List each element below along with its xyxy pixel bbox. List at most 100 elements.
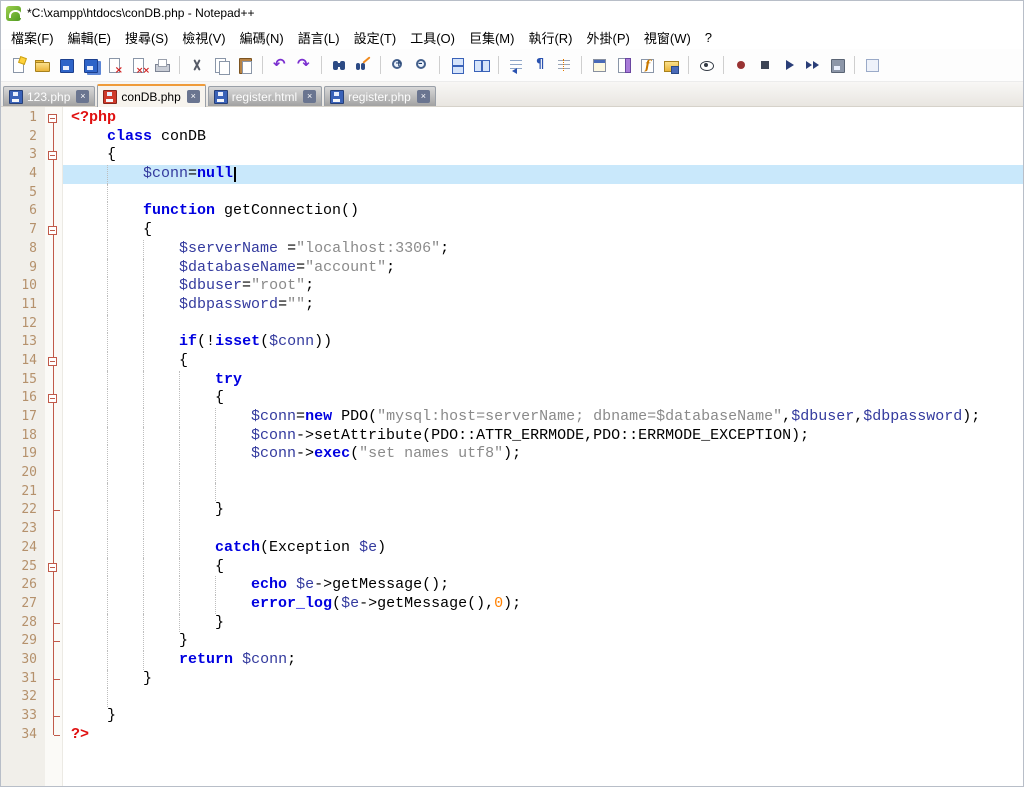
code-line[interactable]: } — [63, 669, 1023, 689]
redo-button[interactable] — [293, 54, 315, 76]
line-number[interactable]: 6 — [1, 202, 37, 221]
line-number[interactable]: 16 — [1, 389, 37, 408]
line-number[interactable]: 5 — [1, 184, 37, 203]
line-number[interactable]: 1 — [1, 109, 37, 128]
code-line[interactable]: error_log($e->getMessage(),0); — [63, 594, 1023, 614]
code-line[interactable]: $conn->exec("set names utf8"); — [63, 445, 1023, 465]
code-line[interactable] — [63, 520, 1023, 539]
code-line[interactable]: { — [63, 389, 1023, 408]
playback-macro-button[interactable] — [778, 54, 800, 76]
line-number[interactable]: 18 — [1, 427, 37, 446]
copy-button[interactable] — [210, 54, 232, 76]
fold-collapse-box-icon[interactable] — [48, 562, 57, 572]
line-number[interactable]: 22 — [1, 501, 37, 520]
line-number[interactable]: 21 — [1, 483, 37, 502]
fold-toggle-icon[interactable] — [45, 351, 62, 371]
menu-item-search[interactable]: 搜尋(S) — [118, 26, 175, 49]
line-number[interactable]: 23 — [1, 520, 37, 539]
line-number[interactable]: 4 — [1, 165, 37, 184]
code-line[interactable]: <?php — [63, 109, 1023, 128]
fold-toggle-icon[interactable] — [45, 389, 62, 408]
menu-item-macro[interactable]: 巨集(M) — [462, 26, 522, 49]
menu-item-help[interactable]: ? — [698, 28, 719, 47]
fold-toggle-icon[interactable] — [45, 146, 62, 165]
close-button[interactable] — [103, 54, 125, 76]
line-number[interactable]: 33 — [1, 707, 37, 726]
fold-toggle-icon[interactable] — [45, 109, 62, 128]
line-number[interactable]: 14 — [1, 352, 37, 371]
fold-collapse-box-icon[interactable] — [48, 151, 57, 161]
fold-collapse-box-icon[interactable] — [48, 226, 57, 236]
menu-item-file[interactable]: 檔案(F) — [4, 26, 61, 49]
fold-toggle-icon[interactable] — [45, 557, 62, 577]
fold-collapse-box-icon[interactable] — [48, 114, 57, 123]
monitoring-button[interactable] — [695, 54, 717, 76]
function-list-button[interactable] — [636, 54, 658, 76]
tab-register.html[interactable]: register.html × — [207, 86, 323, 106]
code-area[interactable]: <?php class conDB { $conn=null function … — [63, 107, 1023, 786]
open-file-button[interactable] — [31, 54, 53, 76]
line-number[interactable]: 15 — [1, 371, 37, 390]
doc-switcher-button[interactable] — [861, 54, 883, 76]
line-number[interactable]: 32 — [1, 688, 37, 707]
menu-item-tools[interactable]: 工具(O) — [403, 26, 462, 49]
fold-collapse-box-icon[interactable] — [48, 356, 57, 366]
menu-item-language[interactable]: 語言(L) — [291, 26, 347, 49]
zoom-in-button[interactable] — [387, 54, 409, 76]
line-number[interactable]: 3 — [1, 146, 37, 165]
save-all-button[interactable] — [79, 54, 101, 76]
show-all-characters-button[interactable] — [529, 54, 551, 76]
code-line[interactable]: echo $e->getMessage(); — [63, 576, 1023, 595]
code-line[interactable]: $serverName ="localhost:3306"; — [63, 239, 1023, 259]
code-line[interactable]: function getConnection() — [63, 202, 1023, 222]
line-number[interactable]: 27 — [1, 595, 37, 614]
menu-item-plugins[interactable]: 外掛(P) — [580, 26, 637, 49]
tab-close-icon[interactable]: × — [76, 90, 90, 103]
line-number[interactable]: 2 — [1, 128, 37, 147]
code-line[interactable] — [63, 314, 1023, 334]
line-number[interactable]: 29 — [1, 632, 37, 651]
code-line[interactable] — [63, 183, 1023, 203]
code-line[interactable]: return $conn; — [63, 650, 1023, 670]
line-number[interactable]: 11 — [1, 296, 37, 315]
menu-item-run[interactable]: 執行(R) — [521, 26, 579, 49]
line-number[interactable]: 13 — [1, 333, 37, 352]
word-wrap-button[interactable] — [505, 54, 527, 76]
code-line[interactable]: $conn=null — [63, 165, 1023, 184]
code-line[interactable]: $conn=new PDO("mysql:host=serverName; db… — [63, 408, 1023, 427]
tab-close-icon[interactable]: × — [416, 90, 430, 103]
save-button[interactable] — [55, 54, 77, 76]
fold-collapse-box-icon[interactable] — [48, 394, 57, 404]
line-number[interactable]: 9 — [1, 259, 37, 278]
line-number[interactable]: 7 — [1, 221, 37, 240]
record-macro-button[interactable] — [730, 54, 752, 76]
folder-as-workspace-button[interactable] — [660, 54, 682, 76]
save-macro-button[interactable] — [826, 54, 848, 76]
code-line[interactable]: $dbuser="root"; — [63, 277, 1023, 296]
code-line[interactable]: try — [63, 370, 1023, 390]
line-number[interactable]: 31 — [1, 670, 37, 689]
line-number[interactable]: 12 — [1, 315, 37, 334]
code-line[interactable]: { — [63, 351, 1023, 371]
code-line[interactable]: } — [63, 707, 1023, 726]
line-number[interactable]: 24 — [1, 539, 37, 558]
code-line[interactable]: { — [63, 146, 1023, 165]
tab-close-icon[interactable]: × — [303, 90, 317, 103]
code-line[interactable]: catch(Exception $e) — [63, 538, 1023, 558]
line-number[interactable]: 17 — [1, 408, 37, 427]
menu-item-encoding[interactable]: 編碼(N) — [233, 26, 291, 49]
user-defined-language-button[interactable] — [588, 54, 610, 76]
replace-button[interactable] — [352, 54, 374, 76]
menu-item-settings[interactable]: 設定(T) — [347, 26, 404, 49]
tab-close-icon[interactable]: × — [186, 90, 200, 103]
code-line[interactable]: } — [63, 613, 1023, 633]
code-line[interactable]: class conDB — [63, 128, 1023, 147]
line-number[interactable]: 34 — [1, 726, 37, 745]
sync-horizontal-button[interactable] — [470, 54, 492, 76]
code-line[interactable]: { — [63, 221, 1023, 240]
paste-button[interactable] — [234, 54, 256, 76]
code-line[interactable]: { — [63, 557, 1023, 577]
line-number[interactable]: 20 — [1, 464, 37, 483]
menu-item-window[interactable]: 視窗(W) — [637, 26, 698, 49]
indent-guide-button[interactable] — [553, 54, 575, 76]
